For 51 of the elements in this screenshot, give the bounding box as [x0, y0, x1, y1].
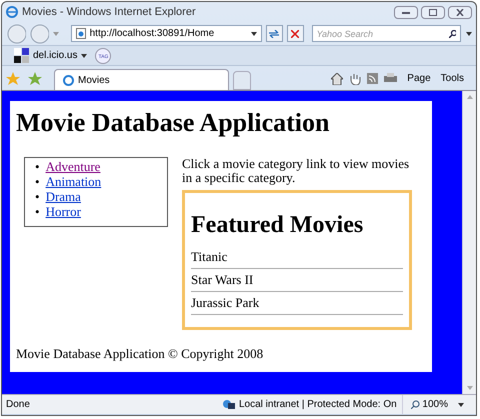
- dropdown-arrow-icon[interactable]: [466, 32, 472, 36]
- refresh-button[interactable]: [266, 25, 283, 42]
- zoom-icon[interactable]: [411, 400, 420, 409]
- movie-title: Star Wars II: [191, 271, 254, 290]
- featured-heading: Featured Movies: [191, 211, 364, 239]
- stop-button[interactable]: [286, 25, 304, 42]
- instruction-text: Click a movie category link to view movies in a specific category.: [182, 157, 410, 185]
- footer-text: Movie Database Application © Copyright 2008: [16, 345, 264, 363]
- window-title: Movies - Windows Internet Explorer: [22, 4, 196, 20]
- bullet: •: [35, 189, 40, 204]
- minimize-button[interactable]: [394, 6, 418, 18]
- minimize-icon: [402, 10, 410, 14]
- bullet: •: [35, 204, 40, 219]
- dropdown-arrow-icon[interactable]: [250, 32, 257, 36]
- search-field[interactable]: Yahoo Search: [312, 25, 462, 42]
- refresh-icon: [269, 30, 280, 38]
- stop-icon: [291, 30, 300, 38]
- maximize-button[interactable]: [421, 6, 445, 18]
- movie-title: Jurassic Park: [191, 294, 260, 312]
- page-icon: [76, 28, 86, 39]
- category-link[interactable]: Drama: [46, 189, 81, 204]
- status-text: Done: [5, 398, 31, 412]
- category-link[interactable]: Animation: [46, 174, 102, 189]
- network-icon: [222, 399, 235, 410]
- bullet: •: [35, 174, 40, 189]
- browser-logo-icon: [63, 74, 74, 86]
- browser-logo-icon: [6, 6, 18, 18]
- dropdown-arrow-icon[interactable]: [458, 402, 464, 406]
- feed-icon[interactable]: [367, 73, 378, 84]
- printer-icon[interactable]: [384, 73, 398, 84]
- close-button[interactable]: [448, 6, 472, 18]
- hand-icon[interactable]: [349, 72, 362, 84]
- movie-title: Titanic: [191, 248, 228, 266]
- category-link[interactable]: Horror: [46, 204, 81, 219]
- close-icon: [456, 8, 464, 16]
- security-zone-text: Local intranet | Protected Mode: On: [239, 398, 397, 412]
- maximize-icon: [429, 8, 437, 16]
- home-icon[interactable]: [331, 72, 344, 84]
- zoom-level[interactable]: 100%: [422, 397, 448, 412]
- page-heading: Movie Database Application: [16, 107, 330, 139]
- address-field[interactable]: http://localhost:30891/Home: [70, 25, 262, 42]
- bullet: •: [35, 159, 40, 174]
- browser-tab[interactable]: Movies: [54, 69, 229, 90]
- address-text: http://localhost:30891/Home: [90, 27, 214, 41]
- menu-button[interactable]: Page: [407, 71, 431, 86]
- category-link[interactable]: Adventure: [46, 159, 100, 174]
- favorites-star-icon[interactable]: [6, 72, 20, 86]
- toolbar-button[interactable]: del.icio.us: [33, 48, 78, 63]
- dropdown-arrow-icon[interactable]: [81, 54, 88, 58]
- menu-button[interactable]: Tools: [440, 71, 464, 86]
- bookmark-logo-icon: [14, 48, 29, 63]
